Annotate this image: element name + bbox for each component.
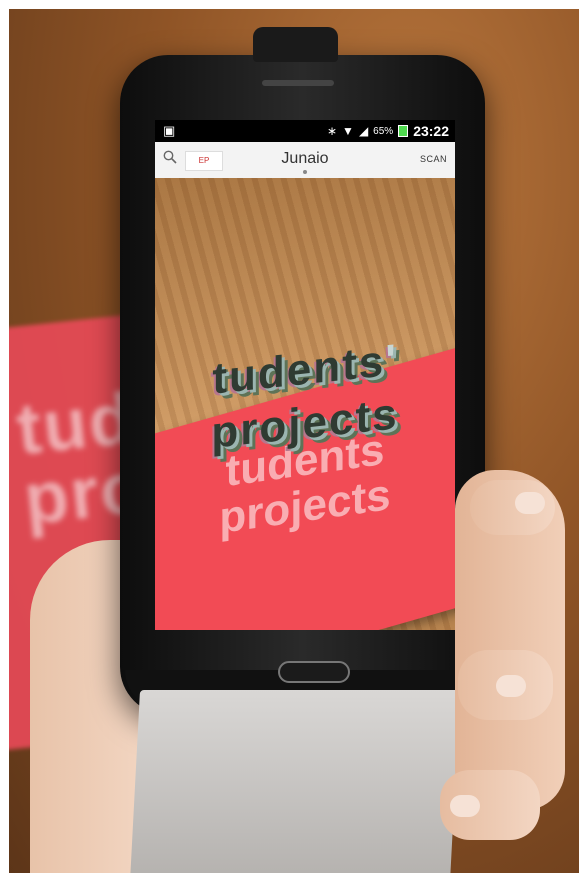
ar-apostrophe: ' [385, 335, 398, 386]
notification-icon: ▣ [163, 123, 176, 138]
title-indicator-dot [303, 170, 307, 174]
fingernail [450, 795, 480, 817]
app-bar: EP Junaio SCAN [155, 142, 455, 179]
status-bar: ▣ ∗ ▼ ◢ 65% 23:22 [155, 120, 455, 142]
scan-button[interactable]: SCAN [420, 154, 447, 164]
photo-scene: tudents projects ▣ ∗ ▼ ◢ 65% 23:22 [0, 0, 588, 882]
app-title: Junaio [281, 150, 329, 167]
clock: 23:22 [413, 123, 449, 139]
phone-case-clip [253, 27, 338, 62]
battery-percent: 65% [373, 125, 394, 137]
phone-screen: ▣ ∗ ▼ ◢ 65% 23:22 EP Junaio SCAN tudents… [155, 120, 455, 630]
fingernail [496, 675, 526, 697]
wifi-icon: ▼ [342, 124, 354, 138]
battery-icon [398, 125, 409, 137]
phone-earpiece [262, 80, 334, 86]
bluetooth-icon: ∗ [326, 124, 338, 138]
home-button[interactable] [278, 661, 350, 683]
flip-case-cover [129, 690, 461, 882]
signal-icon: ◢ [358, 124, 369, 138]
camera-view[interactable]: tudents projects tudents' projects [155, 178, 455, 630]
fingernail [515, 492, 545, 514]
